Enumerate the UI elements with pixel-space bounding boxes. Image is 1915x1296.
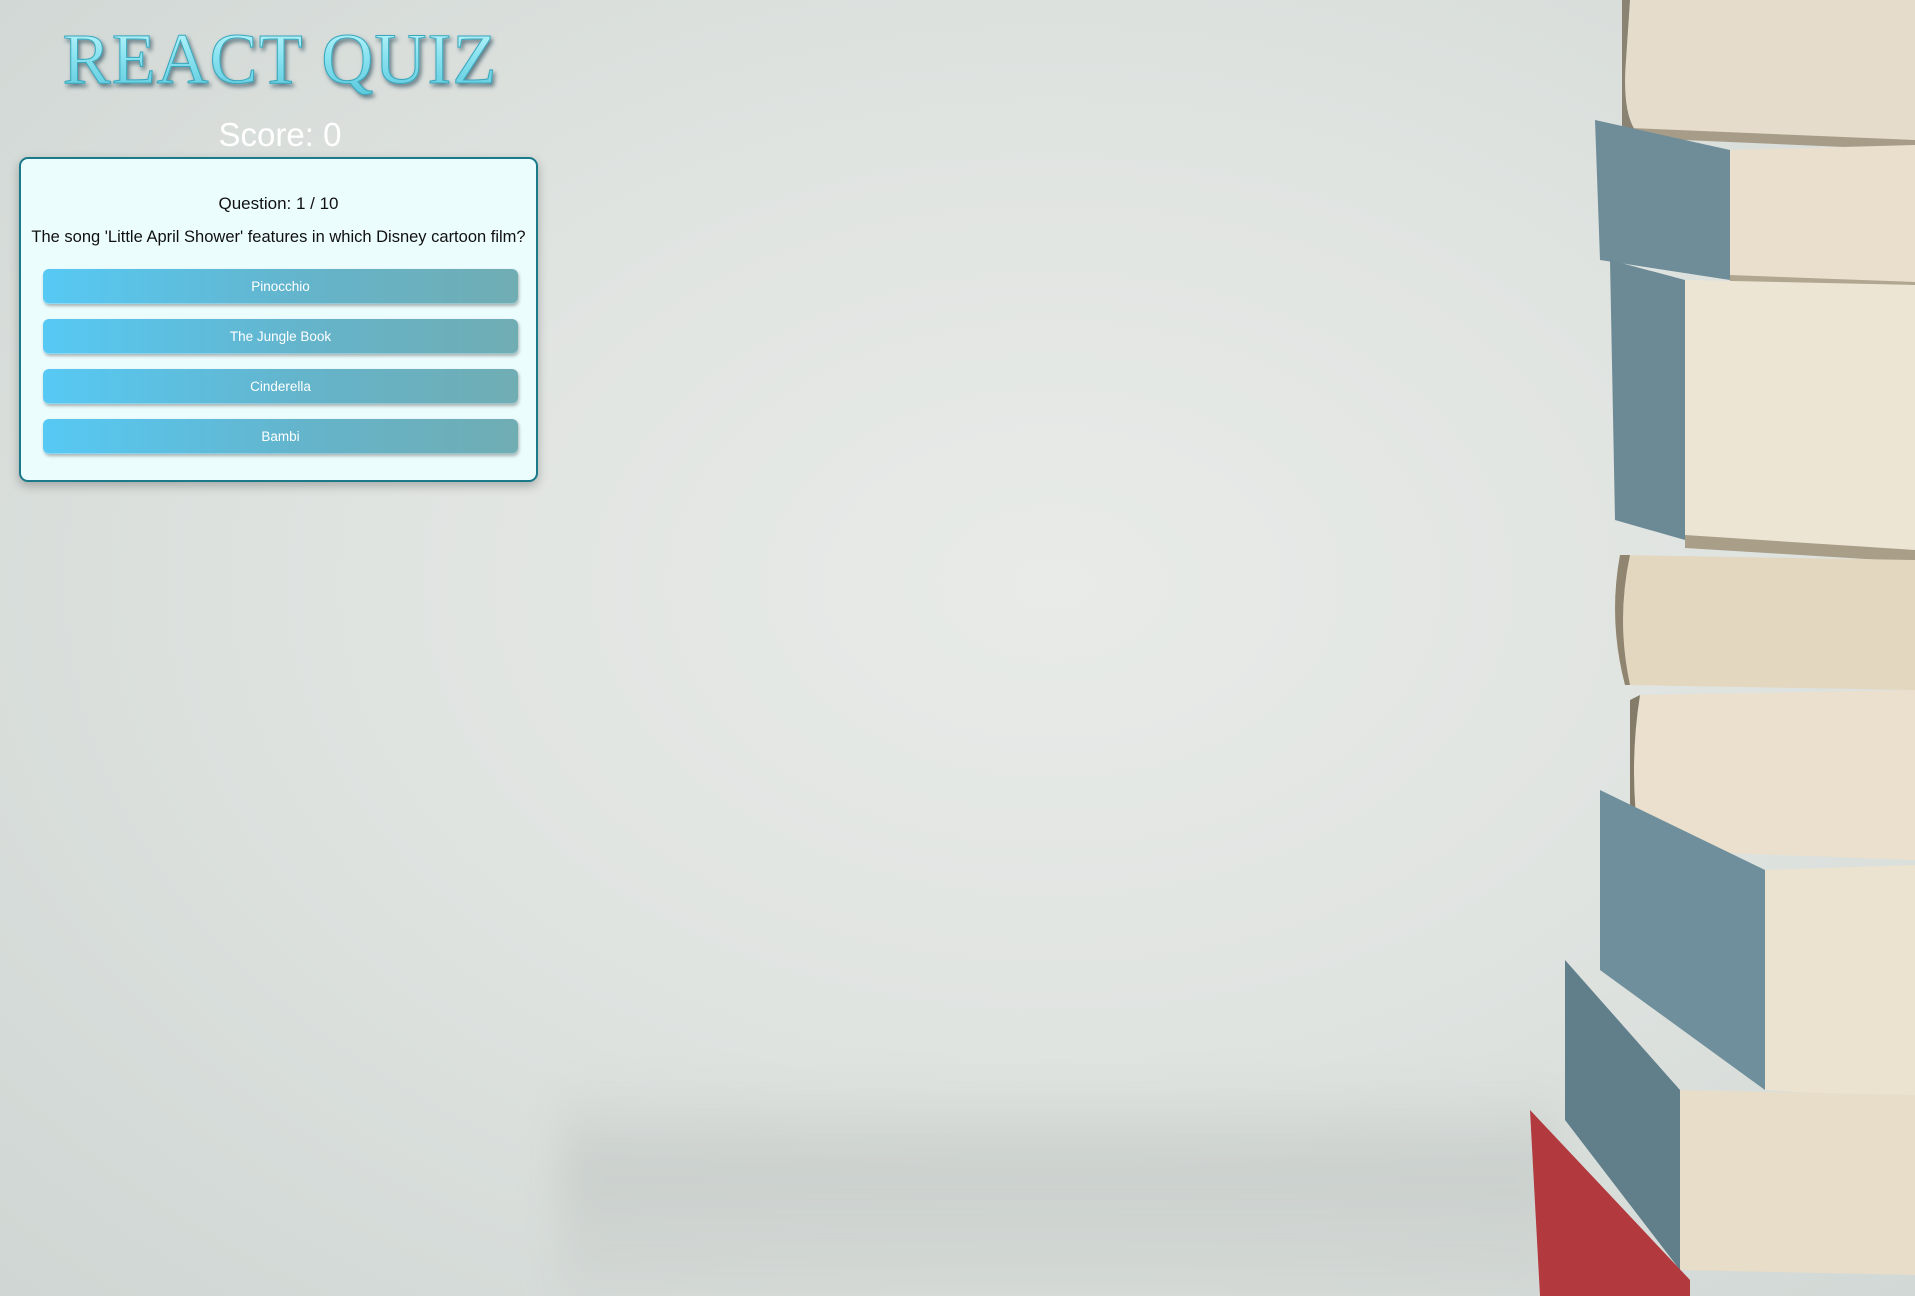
answer-list: Pinocchio The Jungle Book Cinderella Bam…	[43, 269, 518, 469]
score-display: Score: 0	[218, 116, 342, 153]
answer-button-cinderella[interactable]: Cinderella	[43, 369, 518, 404]
background-book-stack-image	[1530, 0, 1915, 1296]
app-title: REACT QUIZ	[20, 18, 540, 101]
answer-button-pinocchio[interactable]: Pinocchio	[43, 269, 518, 304]
answer-button-bambi[interactable]: Bambi	[43, 419, 518, 454]
question-text: The song 'Little April Shower' features …	[31, 228, 526, 246]
question-card: Question: 1 / 10 The song 'Little April …	[19, 157, 538, 482]
book-stack-books	[1530, 0, 1915, 1296]
answer-button-the-jungle-book[interactable]: The Jungle Book	[43, 319, 518, 354]
background-blur-shelf	[560, 1080, 1560, 1296]
question-number: Question: 1 / 10	[218, 194, 339, 213]
